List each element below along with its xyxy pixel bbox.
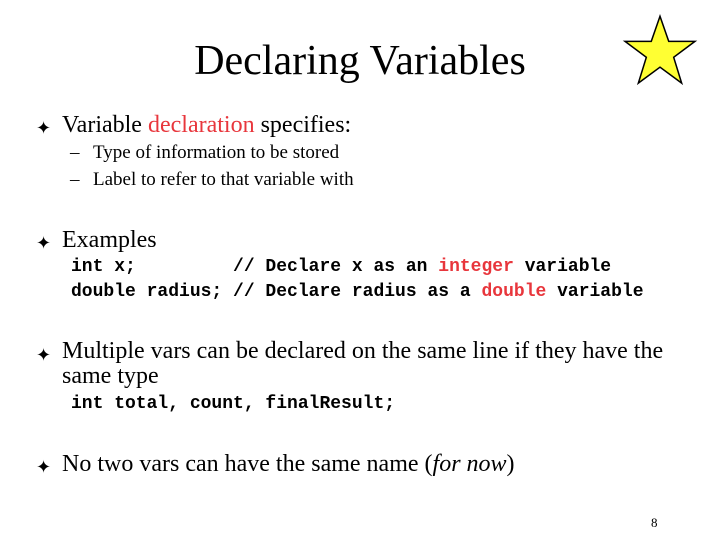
code-text: double radius;	[71, 282, 234, 302]
code-line-double: double radius; // Declare radius as a do…	[71, 281, 644, 303]
subitem-type: – Type of information to be stored	[70, 141, 339, 165]
code-keyword: integer	[438, 257, 514, 277]
code-text: int x;	[71, 257, 234, 277]
bullet-text: specifies:	[254, 112, 352, 138]
subitem-label: – Label to refer to that variable with	[70, 168, 354, 192]
code-comment: // Declare radius as a	[233, 282, 482, 302]
star-icon	[622, 14, 698, 86]
bullet-icon: ✦	[36, 457, 52, 477]
bullet-text: Variable	[62, 112, 148, 138]
code-keyword: double	[481, 282, 547, 302]
bullet-declaration: Variable declaration specifies:	[62, 113, 351, 138]
dash-icon: –	[70, 142, 80, 163]
bullet-multiple-vars: Multiple vars can be declared on the sam…	[62, 338, 664, 389]
bullet-text: No two vars can have the same name (	[62, 451, 433, 477]
bullet-no-two-vars: No two vars can have the same name (for …	[62, 452, 515, 477]
code-comment: // Declare x as an	[233, 257, 439, 277]
subitem-text: Label to refer to that variable with	[93, 169, 354, 190]
code-line-multi: int total, count, finalResult;	[71, 394, 396, 414]
highlight-word: declaration	[147, 112, 255, 138]
page-number: 8	[651, 515, 658, 530]
slide-title: Declaring Variables	[194, 38, 526, 84]
bullet-text: )	[506, 451, 515, 477]
subitem-text: Type of information to be stored	[93, 142, 340, 163]
italic-text: for now	[432, 451, 507, 477]
code-comment: variable	[513, 257, 612, 277]
dash-icon: –	[70, 169, 80, 190]
bullet-icon: ✦	[36, 118, 52, 138]
bullet-icon: ✦	[36, 345, 52, 365]
bullet-icon: ✦	[36, 233, 52, 253]
bullet-examples: Examples	[62, 227, 157, 253]
code-comment: variable	[546, 282, 644, 302]
code-line-int: int x; // Declare x as an integer variab…	[71, 256, 611, 278]
